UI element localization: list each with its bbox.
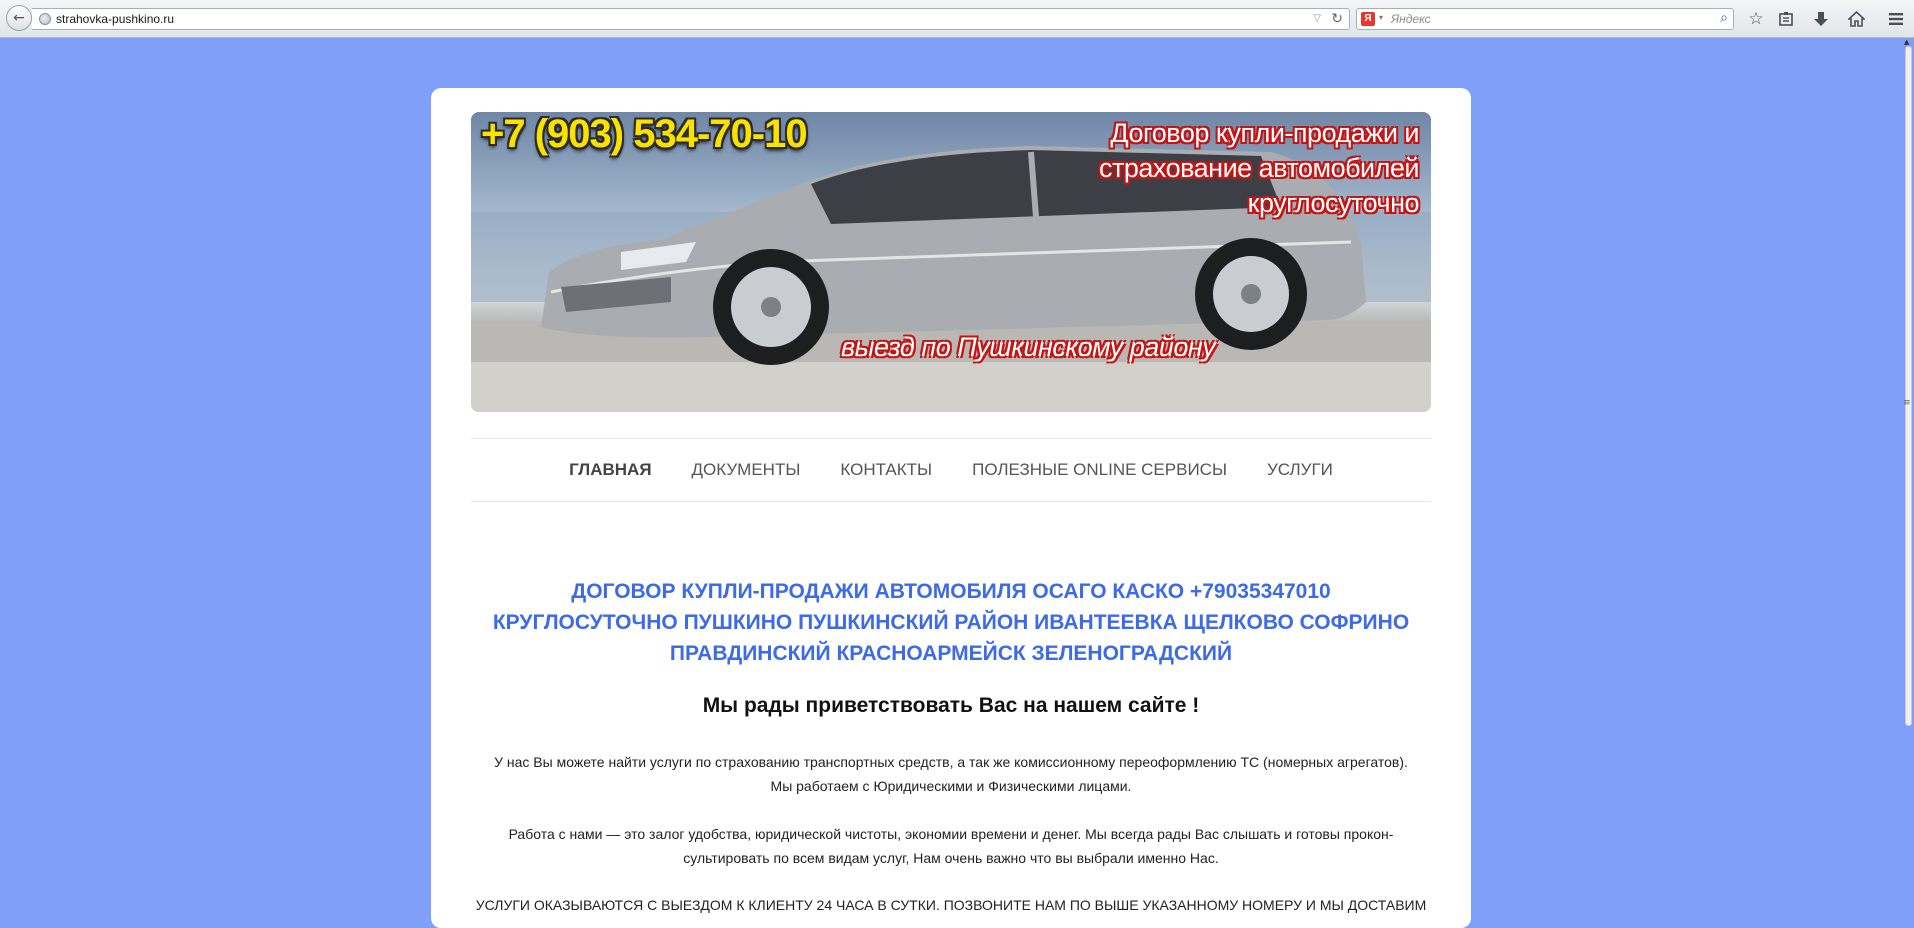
benefits-paragraph: Работа с нами — это залог удобства, юрид… xyxy=(471,822,1431,870)
paragraph-line: сультировать по всем видам услуг, Нам оч… xyxy=(683,850,1219,866)
header-banner[interactable]: +7 (903) 534-70-10 Договор купли-продажи… xyxy=(471,112,1431,412)
intro-paragraph: У нас Вы можете найти услуги по страхова… xyxy=(471,750,1431,798)
headline-line: ПРАВДИНСКИЙ КРАСНОАРМЕЙСК ЗЕЛЕНОГРАДСКИЙ xyxy=(669,642,1233,665)
scroll-thumb[interactable] xyxy=(1905,46,1912,726)
banner-tagline-line: Договор купли-продажи и xyxy=(1110,118,1419,148)
bookmark-star-icon[interactable]: ☆ xyxy=(1744,7,1768,31)
url-text[interactable]: strahovka-pushkino.ru xyxy=(56,12,174,26)
address-bar[interactable]: strahovka-pushkino.ru ▽ ↻ xyxy=(32,8,1350,30)
yandex-icon[interactable]: Я xyxy=(1361,12,1375,26)
nav-item-documents[interactable]: ДОКУМЕНТЫ xyxy=(692,460,801,480)
paragraph-line: У нас Вы можете найти услуги по страхова… xyxy=(494,754,1408,770)
search-placeholder[interactable]: Яндекс xyxy=(1391,12,1431,26)
page-card: +7 (903) 534-70-10 Договор купли-продажи… xyxy=(431,88,1471,928)
nav-item-home[interactable]: ГЛАВНАЯ xyxy=(569,460,651,480)
search-icon[interactable]: ⌕ xyxy=(1720,10,1728,26)
services-paragraph: УСЛУГИ ОКАЗЫВАЮТСЯ С ВЫЕЗДОМ К КЛИЕНТУ 2… xyxy=(471,893,1431,917)
reading-list-icon[interactable] xyxy=(1774,7,1798,31)
nav-item-services[interactable]: УСЛУГИ xyxy=(1267,460,1333,480)
back-icon: ← xyxy=(13,10,25,26)
menu-icon[interactable] xyxy=(1884,7,1908,31)
paragraph-line: УСЛУГИ ОКАЗЫВАЮТСЯ С ВЫЕЗДОМ К КЛИЕНТУ 2… xyxy=(475,897,1427,913)
paragraph-line: Работа с нами — это залог удобства, юрид… xyxy=(508,826,1394,842)
reload-icon[interactable]: ↻ xyxy=(1331,11,1343,27)
search-bar[interactable]: Я ▾ Яндекс ⌕ xyxy=(1356,8,1734,30)
banner-phone: +7 (903) 534-70-10 xyxy=(481,112,808,156)
download-icon[interactable] xyxy=(1809,7,1833,31)
page-headline: ДОГОВОР КУПЛИ-ПРОДАЖИ АВТОМОБИЛЯ ОСАГО К… xyxy=(471,576,1431,669)
paragraph-line: Мы работаем с Юридическими и Физическими… xyxy=(770,778,1132,794)
headline-line: ДОГОВОР КУПЛИ-ПРОДАЖИ АВТОМОБИЛЯ ОСАГО К… xyxy=(571,580,1331,603)
scroll-up-arrow-icon[interactable]: ▲ xyxy=(1904,38,1909,46)
globe-icon xyxy=(39,13,51,25)
home-icon[interactable] xyxy=(1844,7,1868,31)
banner-subline: выезд по Пушкинскому району xyxy=(841,332,1216,362)
grip-icon: ≡ xyxy=(1903,398,1911,408)
page-scrollbar[interactable]: ▲ ≡ xyxy=(1903,38,1914,906)
welcome-heading: Мы рады приветствовать Вас на нашем сайт… xyxy=(702,694,1200,717)
engine-caret-icon[interactable]: ▾ xyxy=(1379,13,1383,22)
headline-line: КРУГЛОСУТОЧНО ПУШКИНО ПУШКИНСКИЙ РАЙОН И… xyxy=(492,611,1410,634)
banner-tagline-line: страхование автомобилей xyxy=(1098,153,1420,183)
nav-item-contacts[interactable]: КОНТАКТЫ xyxy=(840,460,932,480)
dropmarker-icon[interactable]: ▽ xyxy=(1313,13,1321,24)
banner-tagline-line: круглосуточно xyxy=(1247,188,1420,218)
main-nav: ГЛАВНАЯ ДОКУМЕНТЫ КОНТАКТЫ ПОЛЕЗНЫЕ ONLI… xyxy=(471,438,1431,502)
nav-item-online-services[interactable]: ПОЛЕЗНЫЕ ONLINE СЕРВИСЫ xyxy=(972,460,1227,480)
back-button[interactable]: ← xyxy=(6,5,32,31)
banner-tagline: Договор купли-продажи и страхование авто… xyxy=(1098,116,1420,221)
browser-toolbar: ← strahovka-pushkino.ru ▽ ↻ Я ▾ Яндекс ⌕… xyxy=(0,0,1914,38)
